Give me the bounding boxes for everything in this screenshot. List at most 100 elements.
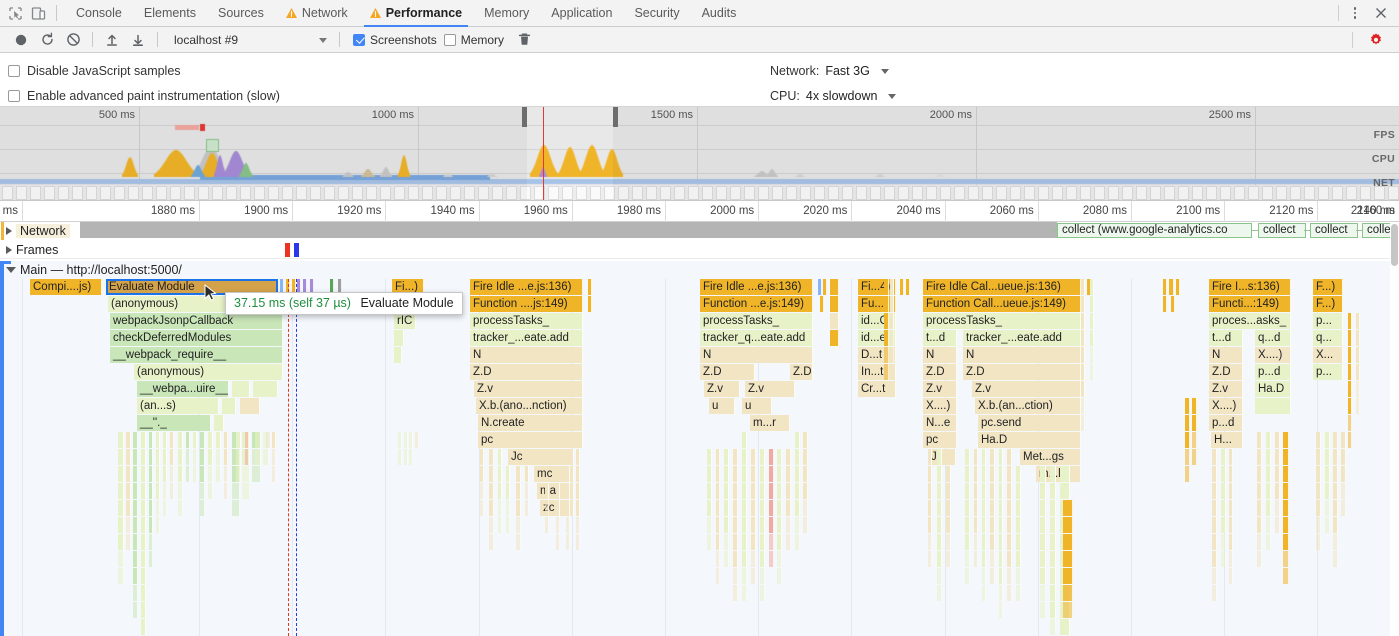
flame-bar-sliver[interactable] (1063, 551, 1073, 567)
flame-bar-sliver[interactable] (724, 500, 729, 516)
flame-bar-sliver[interactable] (1090, 313, 1094, 329)
flame-bar-sliver[interactable] (751, 483, 756, 499)
flame-bar-sliver[interactable] (890, 330, 894, 346)
flame-bar-sliver[interactable] (965, 534, 970, 550)
flame-bar-sliver[interactable] (1007, 534, 1012, 550)
flame-bar-sliver[interactable] (1325, 483, 1330, 499)
flame-bar-sliver[interactable] (126, 483, 131, 499)
flame-bar[interactable]: q...d (1255, 330, 1291, 346)
flame-bar[interactable]: Function Call...ueue.js:149) (923, 296, 1081, 312)
flame-bar-sliver[interactable] (1040, 466, 1046, 482)
flame-bar[interactable]: processTasks_ (470, 313, 583, 329)
flame-bar-sliver[interactable] (733, 585, 738, 601)
flame-bar-sliver[interactable] (141, 534, 146, 550)
flame-bar-sliver[interactable] (733, 500, 738, 516)
flame-bar-sliver[interactable] (506, 500, 510, 516)
flame-bar-sliver[interactable] (480, 483, 484, 499)
flame-bar-sliver[interactable] (974, 551, 978, 567)
flame-bar-sliver[interactable] (724, 483, 729, 499)
flame-bar-sliver[interactable] (716, 483, 720, 499)
flame-bar-sliver[interactable] (163, 449, 167, 465)
flame-bar-sliver[interactable] (1040, 551, 1046, 567)
flame-bar-sliver[interactable] (830, 313, 839, 329)
capture-settings-gear-icon[interactable] (1363, 28, 1389, 52)
flame-bar-sliver[interactable] (1090, 279, 1094, 295)
flame-bar-sliver[interactable] (890, 279, 894, 295)
flame-bar-sliver[interactable] (830, 330, 839, 346)
flame-bar-sliver[interactable] (795, 432, 800, 448)
flame-bar-sliver[interactable] (777, 483, 782, 499)
flame-bar-sliver[interactable] (1316, 534, 1321, 550)
flame-bar-sliver[interactable] (937, 551, 942, 567)
close-icon[interactable] (1372, 4, 1390, 22)
flame-bar-sliver[interactable] (769, 449, 774, 465)
flame-bar-sliver[interactable] (1050, 585, 1056, 601)
flame-bar-sliver[interactable] (1341, 500, 1346, 516)
flame-bar-sliver[interactable] (990, 517, 995, 533)
flame-bar-sliver[interactable] (516, 466, 521, 482)
flame-bar-sliver[interactable] (200, 483, 205, 499)
flame-bar-sliver[interactable] (133, 534, 138, 550)
flame-bar-sliver[interactable] (928, 466, 932, 482)
clear-button[interactable] (60, 28, 86, 52)
flame-bar-sliver[interactable] (724, 534, 729, 550)
flame-bar-sliver[interactable] (1081, 347, 1085, 363)
flame-bar-sliver[interactable] (498, 483, 502, 499)
flame-bar[interactable]: X... (1313, 347, 1343, 363)
memory-checkbox[interactable]: Memory (444, 33, 504, 47)
flame-bar-sliver[interactable] (141, 432, 146, 448)
flame-bar-sliver[interactable] (906, 279, 910, 295)
flame-bar-sliver[interactable] (240, 398, 260, 414)
flame-bar-sliver[interactable] (928, 449, 932, 465)
flame-bar-sliver[interactable] (1176, 279, 1180, 295)
flame-bar-sliver[interactable] (990, 568, 995, 584)
flame-bar[interactable]: p...d (1255, 364, 1291, 380)
flame-bar[interactable]: u (709, 398, 735, 414)
flame-bar[interactable]: t...d (1209, 330, 1243, 346)
flame-bar-sliver[interactable] (126, 432, 131, 448)
flame-bar-sliver[interactable] (525, 500, 529, 516)
flame-bar[interactable]: checkDeferredModules (110, 330, 283, 346)
flame-bar-sliver[interactable] (1163, 279, 1167, 295)
flame-bar-sliver[interactable] (545, 483, 549, 499)
flame-bar-sliver[interactable] (990, 500, 995, 516)
flame-bar-sliver[interactable] (214, 415, 224, 431)
flame-bar-sliver[interactable] (999, 585, 1003, 601)
flame-bar-sliver[interactable] (1341, 449, 1346, 465)
flame-bar[interactable]: X....) (1209, 398, 1243, 414)
flame-bar-sliver[interactable] (163, 483, 167, 499)
flame-bar-sliver[interactable] (777, 466, 782, 482)
flame-bar-sliver[interactable] (928, 517, 932, 533)
flame-bar-sliver[interactable] (141, 568, 146, 584)
overview-window-handle-left[interactable] (522, 107, 527, 127)
flame-bar-sliver[interactable] (803, 466, 808, 482)
flame-bar-sliver[interactable] (576, 517, 580, 533)
flame-bar-sliver[interactable] (751, 449, 756, 465)
flame-bar-sliver[interactable] (733, 551, 738, 567)
flame-bar-sliver[interactable] (769, 500, 774, 516)
flame-bar-sliver[interactable] (786, 449, 791, 465)
flame-bar-sliver[interactable] (133, 585, 138, 601)
flame-bar-sliver[interactable] (999, 534, 1003, 550)
flame-bar-sliver[interactable] (1163, 296, 1167, 312)
flame-bar-sliver[interactable] (1229, 449, 1233, 465)
flame-bar-sliver[interactable] (224, 432, 228, 448)
flame-bar-sliver[interactable] (1356, 347, 1360, 363)
flame-bar[interactable]: Z.v (972, 381, 1081, 397)
flame-bar[interactable]: p...d (1209, 415, 1243, 431)
flame-bar-sliver[interactable] (760, 585, 765, 601)
flame-bar-sliver[interactable] (141, 483, 146, 499)
flame-bar-sliver[interactable] (937, 534, 942, 550)
flame-bar-sliver[interactable] (742, 534, 747, 550)
flame-bar-sliver[interactable] (272, 432, 276, 448)
flame-bar[interactable]: (an...s) (137, 398, 219, 414)
flame-bar-sliver[interactable] (999, 568, 1003, 584)
flame-bar-sliver[interactable] (786, 466, 791, 482)
flame-bar-sliver[interactable] (803, 500, 808, 516)
flame-bar-sliver[interactable] (1169, 279, 1174, 295)
flame-bar-sliver[interactable] (1040, 500, 1046, 516)
flame-bar-sliver[interactable] (707, 466, 712, 482)
flame-bar-sliver[interactable] (1221, 551, 1226, 567)
flame-bar-sliver[interactable] (178, 449, 183, 465)
flame-bar-sliver[interactable] (1275, 466, 1280, 482)
